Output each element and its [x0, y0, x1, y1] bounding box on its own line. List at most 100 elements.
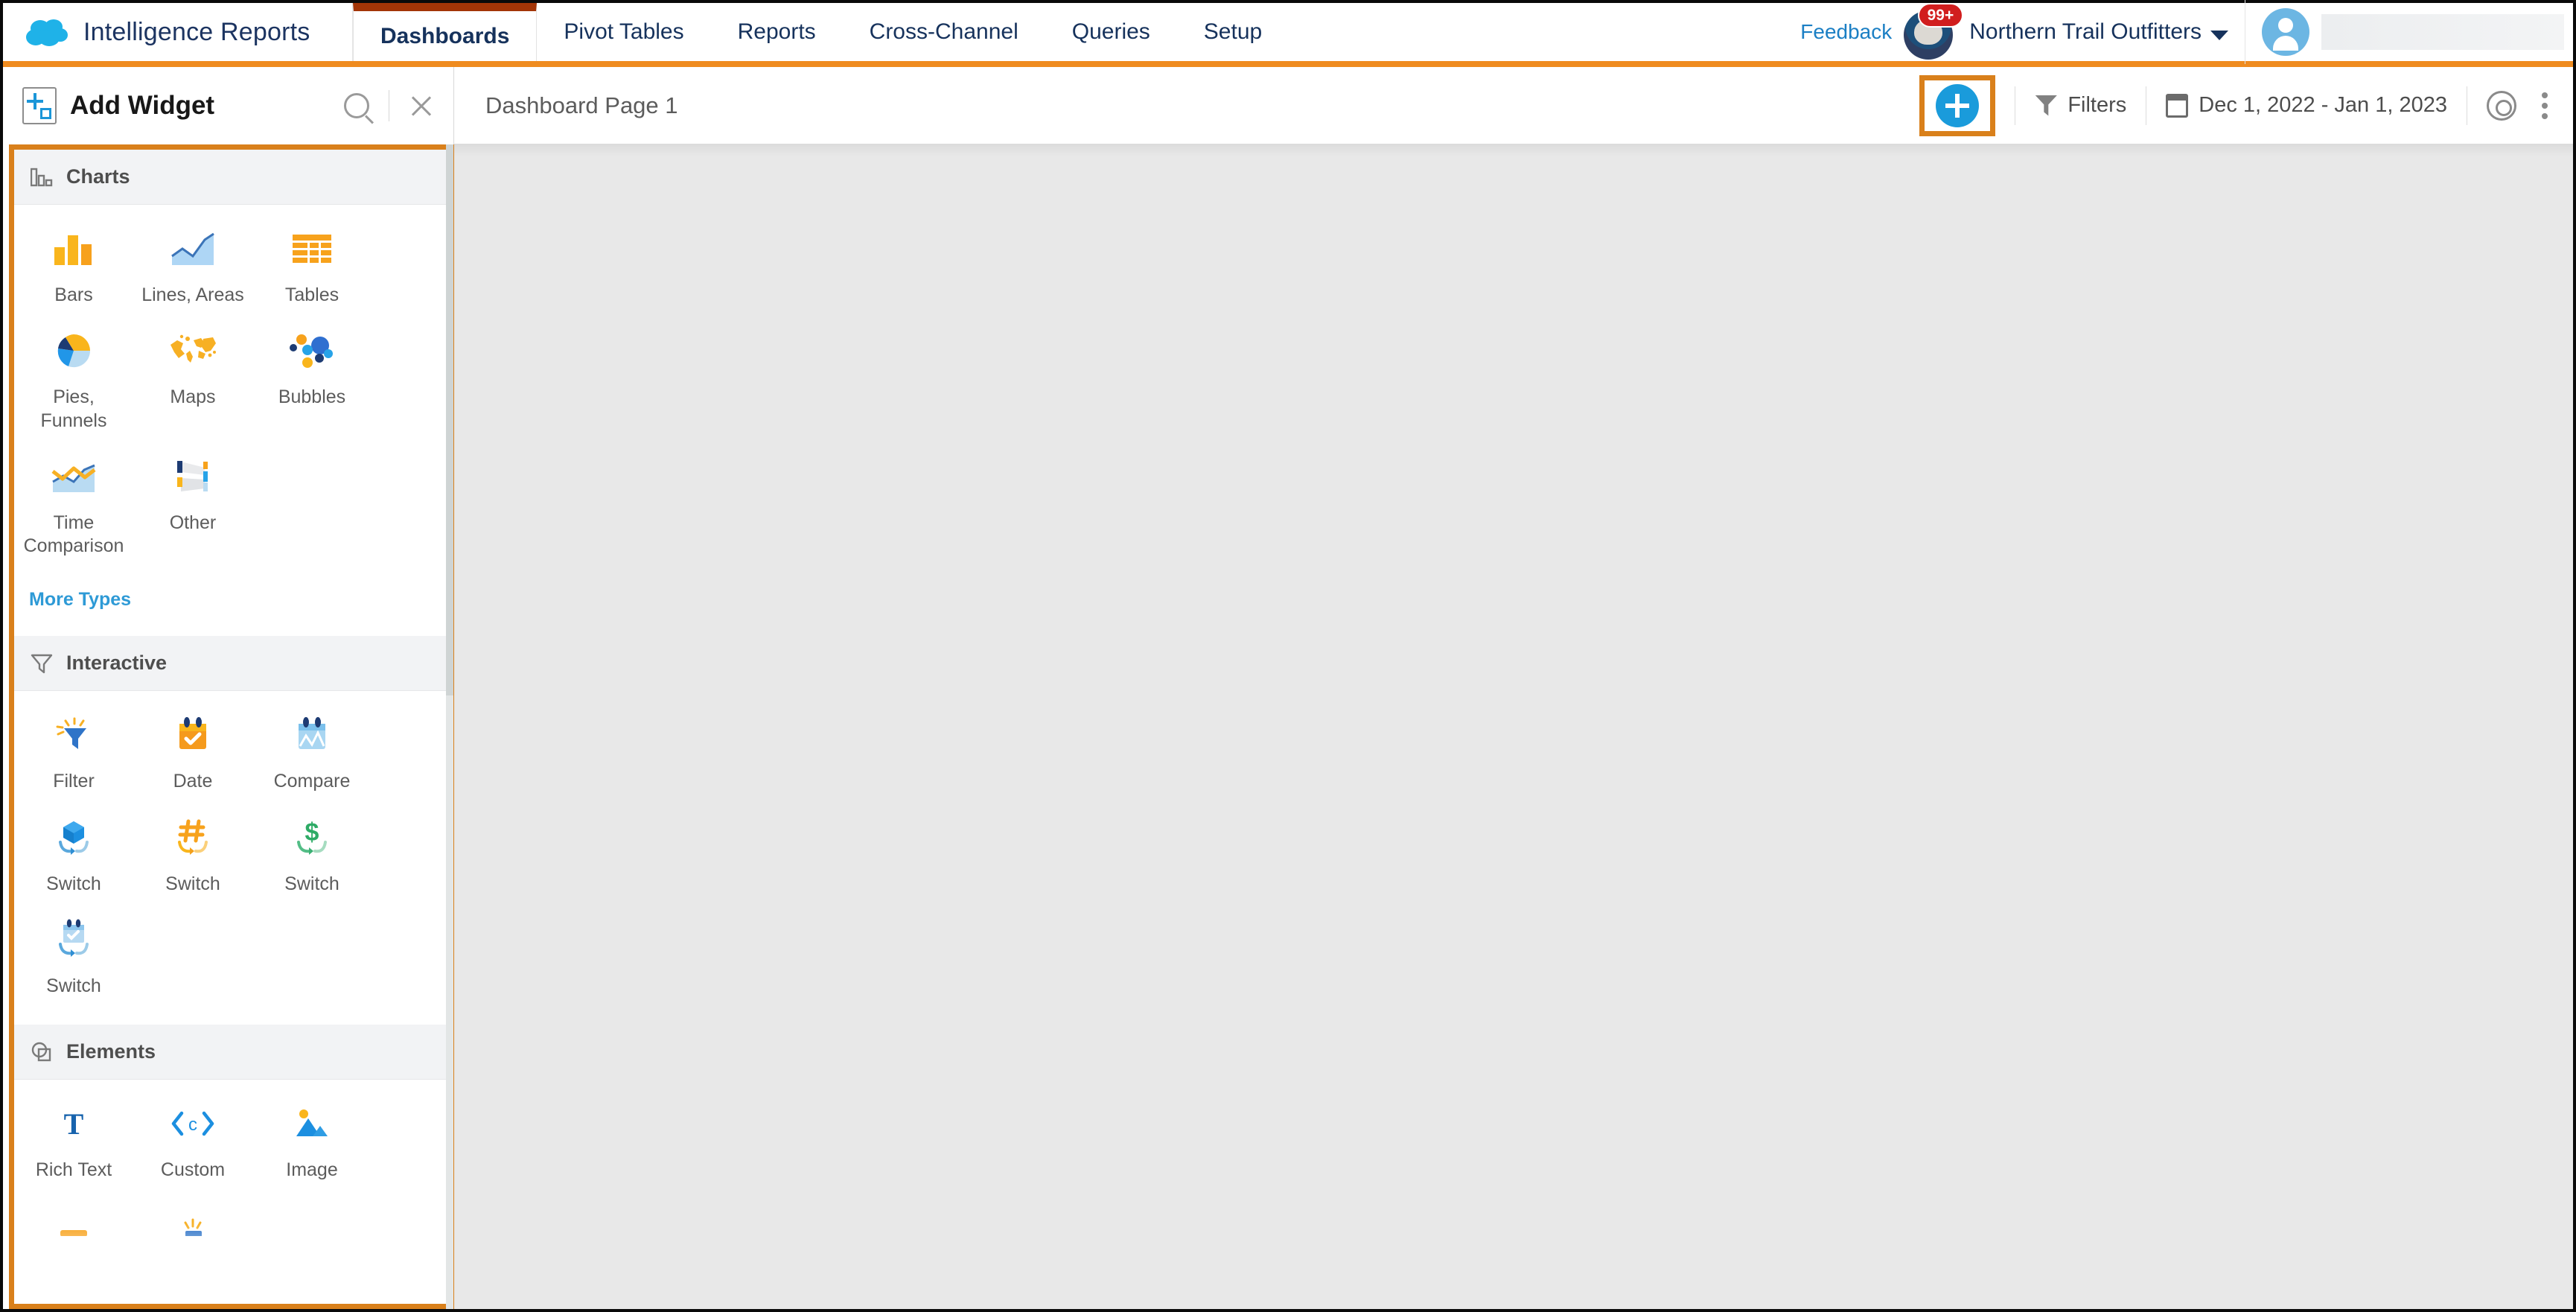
bars-widget-icon [53, 224, 95, 273]
toolbar-actions: Filters Dec 1, 2022 - Jan 1, 2023 [1919, 74, 2573, 136]
rich-text-widget-icon: T [57, 1099, 91, 1148]
widget-switch-date[interactable]: Switch [14, 915, 133, 998]
dashboard-canvas[interactable] [454, 144, 2573, 1309]
widget-label: Custom [160, 1159, 226, 1180]
widget-partial-left[interactable] [14, 1201, 133, 1250]
date-range-button[interactable]: Dec 1, 2022 - Jan 1, 2023 [2166, 93, 2447, 118]
date-widget-icon [173, 710, 212, 760]
brand-title: Intelligence Reports [83, 17, 310, 46]
tab-dashboards[interactable]: Dashboards [353, 3, 538, 61]
widget-label: Filter [53, 771, 95, 792]
canvas-top-shadow [454, 144, 2573, 156]
svg-text:T: T [64, 1107, 84, 1140]
widget-partial-middle[interactable] [133, 1201, 252, 1250]
tab-queries[interactable]: Queries [1045, 3, 1177, 61]
search-icon[interactable] [344, 93, 369, 118]
compare-widget-icon [293, 710, 331, 760]
widget-label: Rich Text [35, 1159, 112, 1180]
switch-currency-icon: $ [291, 813, 333, 862]
date-range-label: Dec 1, 2022 - Jan 1, 2023 [2199, 93, 2447, 117]
widget-compare[interactable]: Compare [252, 710, 372, 793]
lines-areas-widget-icon [170, 224, 215, 273]
notification-avatar[interactable]: 99+ [1904, 3, 1964, 60]
feedback-link[interactable]: Feedback [1800, 20, 1892, 44]
tab-cross-channel[interactable]: Cross-Channel [843, 3, 1045, 61]
tab-label: Pivot Tables [564, 19, 684, 44]
widget-custom[interactable]: c Custom [133, 1099, 252, 1182]
widget-bars[interactable]: Bars [14, 224, 133, 307]
partial-widget-icon [53, 1201, 95, 1250]
image-widget-icon [292, 1099, 332, 1148]
widget-other[interactable]: Other [133, 452, 252, 558]
widget-time-comparison[interactable]: Time Comparison [14, 452, 133, 558]
funnel-icon [31, 654, 53, 673]
widget-maps[interactable]: Maps [133, 326, 252, 433]
chevron-down-icon [2210, 31, 2228, 41]
widget-label: Tables [284, 284, 339, 305]
other-widget-icon [173, 452, 212, 501]
workspace: Add Widget Charts Bars Lines, Areas Tabl… [3, 67, 2573, 1309]
filters-label: Filters [2068, 93, 2127, 117]
kebab-menu-icon[interactable] [2542, 88, 2549, 124]
brand-logo-area[interactable]: Intelligence Reports [3, 3, 353, 61]
svg-text:$: $ [305, 818, 319, 847]
add-widget-button[interactable] [1919, 74, 1996, 136]
top-navigation-bar: Intelligence Reports Dashboards Pivot Ta… [3, 0, 2573, 67]
section-header-interactive: Interactive [14, 636, 449, 692]
widget-label: Compare [273, 771, 351, 792]
section-header-charts: Charts [14, 150, 449, 205]
widget-bubbles[interactable]: Bubbles [252, 326, 372, 433]
filters-button[interactable]: Filters [2035, 93, 2126, 118]
funnel-icon [2035, 95, 2058, 116]
elements-icon [31, 1042, 51, 1061]
section-title: Charts [66, 165, 130, 188]
close-icon[interactable] [409, 93, 434, 118]
tab-label: Setup [1203, 19, 1263, 44]
widget-lines-areas[interactable]: Lines, Areas [133, 224, 252, 307]
widget-label: Image [286, 1159, 338, 1180]
panel-scrollbar[interactable] [446, 144, 453, 1309]
tab-label: Queries [1071, 19, 1150, 44]
widget-date[interactable]: Date [133, 710, 252, 793]
widget-label: Switch [46, 975, 101, 996]
add-widget-scroll-area[interactable]: Charts Bars Lines, Areas Tables Pies, Fu… [14, 150, 449, 1304]
widget-label: Switch [46, 873, 101, 894]
widget-tables[interactable]: Tables [252, 224, 372, 307]
tab-reports[interactable]: Reports [711, 3, 843, 61]
maps-widget-icon [168, 326, 217, 375]
time-comparison-widget-icon [51, 452, 96, 501]
widget-switch-metric[interactable]: Switch [133, 813, 252, 896]
section-header-elements: Elements [14, 1025, 449, 1080]
add-widget-icon [22, 87, 57, 124]
tab-setup[interactable]: Setup [1177, 3, 1289, 61]
widget-filter[interactable]: Filter [14, 710, 133, 793]
elements-widget-grid: T Rich Text c Custom Image [14, 1080, 449, 1278]
tab-pivot-tables[interactable]: Pivot Tables [537, 3, 710, 61]
notification-badge: 99+ [1917, 3, 1964, 28]
user-name-redacted [2321, 14, 2564, 50]
widget-image[interactable]: Image [252, 1099, 372, 1182]
section-title: Elements [66, 1040, 156, 1063]
widget-pies-funnels[interactable]: Pies, Funnels [14, 326, 133, 433]
widget-rich-text[interactable]: T Rich Text [14, 1099, 133, 1182]
person-avatar-icon [2262, 8, 2309, 56]
widget-label: Other [169, 512, 217, 533]
tab-label: Dashboards [380, 23, 510, 48]
plus-circle-icon [1936, 83, 1980, 127]
tab-label: Reports [737, 19, 816, 44]
switch-date-icon [53, 915, 95, 964]
switch-metric-icon [172, 813, 214, 862]
widget-label: Date [173, 771, 213, 792]
eye-icon[interactable] [2487, 90, 2516, 121]
user-menu[interactable] [2262, 8, 2564, 56]
salesforce-cloud-icon [26, 19, 68, 46]
widget-switch-dimension[interactable]: Switch [14, 813, 133, 896]
more-types-link[interactable]: More Types [14, 585, 449, 636]
org-switcher[interactable]: Northern Trail Outfitters [1969, 19, 2228, 45]
panel-title: Add Widget [70, 91, 215, 120]
widget-switch-currency[interactable]: $ Switch [252, 813, 372, 896]
widget-label: Time Comparison [23, 512, 124, 556]
bubbles-widget-icon [289, 326, 335, 375]
interactive-widget-grid: Filter Date Compare Switch Switch $ Swit… [14, 691, 449, 1025]
app-window: Intelligence Reports Dashboards Pivot Ta… [0, 0, 2576, 1312]
